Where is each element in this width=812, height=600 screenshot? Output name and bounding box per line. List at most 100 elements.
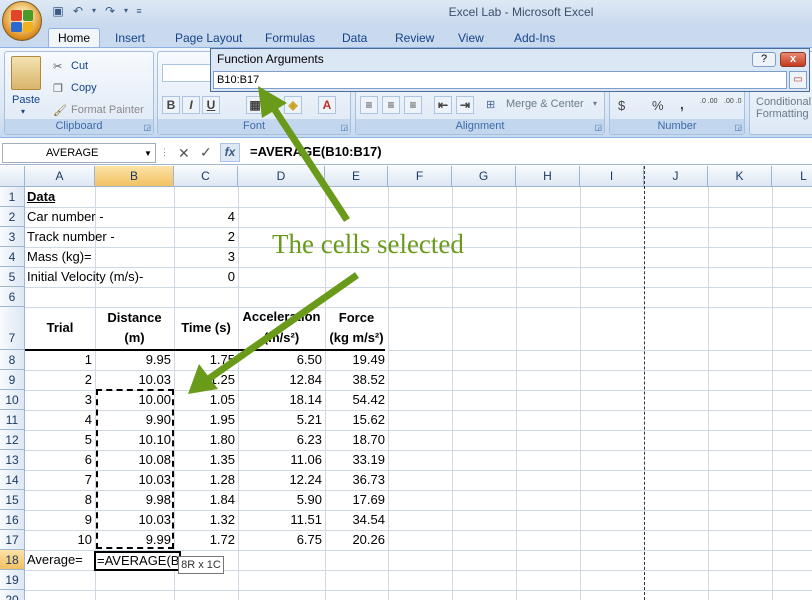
force-cell[interactable]: 15.62 xyxy=(325,410,385,430)
force-cell[interactable]: 54.42 xyxy=(325,390,385,410)
row-header-14[interactable]: 14 xyxy=(0,470,25,490)
cell-c5[interactable]: 0 xyxy=(174,267,235,287)
trial-cell[interactable]: 2 xyxy=(25,370,92,390)
force-cell[interactable]: 20.26 xyxy=(325,530,385,550)
time-cell[interactable]: 1.72 xyxy=(174,530,235,550)
copy-button[interactable]: Copy xyxy=(71,82,97,94)
row-header-2[interactable]: 2 xyxy=(0,207,25,227)
cell-a3[interactable]: Track number - xyxy=(27,227,115,247)
column-header-h[interactable]: H xyxy=(516,166,580,187)
column-header-e[interactable]: E xyxy=(325,166,388,187)
trial-cell[interactable]: 3 xyxy=(25,390,92,410)
header-distance[interactable]: Distance xyxy=(95,308,174,328)
enter-icon[interactable]: ✓ xyxy=(200,144,212,161)
acceleration-cell[interactable]: 11.06 xyxy=(238,450,322,470)
decrease-decimal-button[interactable]: .00 .0 xyxy=(724,98,742,106)
header-distance-unit[interactable]: (m) xyxy=(95,328,174,348)
merge-center-button[interactable]: Merge & Center xyxy=(506,98,584,110)
range-input[interactable]: B10:B17 xyxy=(213,71,787,89)
decrease-indent-icon[interactable]: ⇤ xyxy=(434,96,452,114)
cell-a2[interactable]: Car number - xyxy=(27,207,104,227)
percent-button[interactable]: % xyxy=(652,98,664,113)
force-cell[interactable]: 18.70 xyxy=(325,430,385,450)
header-force-unit[interactable]: (kg m/s²) xyxy=(325,328,388,348)
acceleration-cell[interactable]: 12.84 xyxy=(238,370,322,390)
column-header-k[interactable]: K xyxy=(708,166,772,187)
row-header-8[interactable]: 8 xyxy=(0,350,25,370)
cell-a4[interactable]: Mass (kg)= xyxy=(27,247,92,267)
tab-home[interactable]: Home xyxy=(48,28,101,48)
acceleration-cell[interactable]: 5.21 xyxy=(238,410,322,430)
row-header-11[interactable]: 11 xyxy=(0,410,25,430)
row-header-15[interactable]: 15 xyxy=(0,490,25,510)
acceleration-cell[interactable]: 6.50 xyxy=(238,350,322,370)
header-time[interactable]: Time (s) xyxy=(174,318,238,338)
tab-view[interactable]: View xyxy=(449,29,493,48)
row-header-3[interactable]: 3 xyxy=(0,227,25,247)
time-cell[interactable]: 1.95 xyxy=(174,410,235,430)
distance-cell[interactable]: 10.03 xyxy=(95,370,171,390)
column-header-a[interactable]: A xyxy=(25,166,95,187)
time-cell[interactable]: 1.28 xyxy=(174,470,235,490)
office-button[interactable] xyxy=(2,1,42,41)
force-cell[interactable]: 33.19 xyxy=(325,450,385,470)
cell-c4[interactable]: 3 xyxy=(174,247,235,267)
row-header-12[interactable]: 12 xyxy=(0,430,25,450)
insert-function-button[interactable]: fx xyxy=(220,143,240,162)
column-header-f[interactable]: F xyxy=(388,166,452,187)
expand-dialog-icon[interactable]: ▭ xyxy=(789,71,807,89)
font-color-icon[interactable]: A xyxy=(318,96,336,114)
acceleration-cell[interactable]: 11.51 xyxy=(238,510,322,530)
trial-cell[interactable]: 10 xyxy=(25,530,92,550)
help-button[interactable]: ? xyxy=(752,52,776,67)
cell-a5[interactable]: Initial Velocity (m/s)- xyxy=(27,267,143,287)
italic-button[interactable]: I xyxy=(182,96,200,114)
row-header-18[interactable]: 18 xyxy=(0,550,25,570)
paste-button[interactable]: Paste xyxy=(12,94,40,106)
tab-insert[interactable]: Insert xyxy=(106,29,154,48)
align-right-icon[interactable]: ≡ xyxy=(404,96,422,114)
align-center-icon[interactable]: ≡ xyxy=(382,96,400,114)
trial-cell[interactable]: 1 xyxy=(25,350,92,370)
trial-cell[interactable]: 7 xyxy=(25,470,92,490)
time-cell[interactable]: 1.35 xyxy=(174,450,235,470)
underline-button[interactable]: U xyxy=(202,96,220,114)
number-launcher-icon[interactable]: ◲ xyxy=(734,123,742,132)
header-trial[interactable]: Trial xyxy=(25,318,95,338)
header-force[interactable]: Force xyxy=(325,308,388,328)
acceleration-cell[interactable]: 5.90 xyxy=(238,490,322,510)
increase-indent-icon[interactable]: ⇥ xyxy=(456,96,474,114)
time-cell[interactable]: 1.75 xyxy=(174,350,235,370)
distance-cell[interactable]: 9.95 xyxy=(95,350,171,370)
force-cell[interactable]: 19.49 xyxy=(325,350,385,370)
name-box[interactable]: AVERAGE xyxy=(2,143,156,163)
row-header-7[interactable]: 7 xyxy=(0,307,25,350)
force-cell[interactable]: 17.69 xyxy=(325,490,385,510)
time-cell[interactable]: 1.25 xyxy=(174,370,235,390)
cut-button[interactable]: Cut xyxy=(71,60,88,72)
time-cell[interactable]: 1.05 xyxy=(174,390,235,410)
paste-icon[interactable] xyxy=(11,56,41,90)
acceleration-cell[interactable]: 12.24 xyxy=(238,470,322,490)
tab-formulas[interactable]: Formulas xyxy=(256,29,324,48)
row-header-19[interactable]: 19 xyxy=(0,570,25,590)
trial-cell[interactable]: 8 xyxy=(25,490,92,510)
trial-cell[interactable]: 4 xyxy=(25,410,92,430)
column-header-d[interactable]: D xyxy=(238,166,325,187)
force-cell[interactable]: 34.54 xyxy=(325,510,385,530)
column-header-g[interactable]: G xyxy=(452,166,516,187)
cell-c2[interactable]: 4 xyxy=(174,207,235,227)
time-cell[interactable]: 1.84 xyxy=(174,490,235,510)
row-header-17[interactable]: 17 xyxy=(0,530,25,550)
fill-color-icon[interactable]: ◈ xyxy=(284,96,302,114)
close-button[interactable]: x xyxy=(780,52,806,67)
row-header-5[interactable]: 5 xyxy=(0,267,25,287)
row-header-13[interactable]: 13 xyxy=(0,450,25,470)
column-header-l[interactable]: L xyxy=(772,166,812,187)
trial-cell[interactable]: 5 xyxy=(25,430,92,450)
cell-a18[interactable]: Average= xyxy=(27,550,83,570)
conditional-formatting-button[interactable]: Conditional xyxy=(756,96,811,108)
force-cell[interactable]: 38.52 xyxy=(325,370,385,390)
comma-button[interactable]: , xyxy=(680,96,684,112)
cancel-icon[interactable]: ✕ xyxy=(178,145,190,162)
